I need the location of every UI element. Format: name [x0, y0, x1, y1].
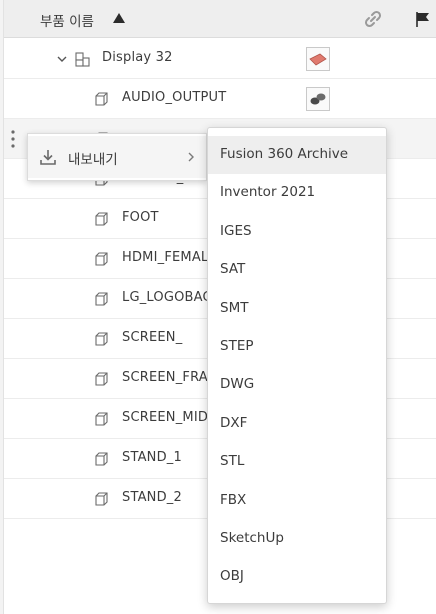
tree-row-label: STAND_2	[122, 490, 182, 505]
more-options-icon[interactable]	[10, 129, 16, 149]
component-cube-icon	[95, 332, 108, 346]
tree-row-label: SCREEN_FRA	[122, 370, 208, 385]
export-option-dxf[interactable]: DXF	[208, 405, 386, 443]
export-option-dwg[interactable]: DWG	[208, 366, 386, 404]
export-format-submenu: Fusion 360 Archive Inventor 2021 IGES SA…	[207, 127, 387, 604]
tree-row-label: Display 32	[102, 50, 173, 65]
component-cube-icon	[95, 292, 108, 306]
component-cube-icon	[95, 372, 108, 386]
component-cube-icon	[95, 92, 108, 106]
column-title[interactable]: 부품 이름	[40, 10, 94, 30]
export-option-step[interactable]: STEP	[208, 328, 386, 366]
export-option-iges[interactable]: IGES	[208, 213, 386, 251]
context-menu: 내보내기	[27, 133, 207, 181]
flag-icon[interactable]	[414, 10, 432, 28]
export-option-fbx[interactable]: FBX	[208, 482, 386, 520]
tree-row-label: STAND_1	[122, 450, 182, 465]
part-thumbnail[interactable]	[306, 47, 330, 71]
part-thumbnail[interactable]	[306, 87, 330, 111]
component-cube-icon	[95, 252, 108, 266]
sort-up-icon[interactable]	[112, 11, 126, 25]
download-icon	[40, 150, 56, 165]
component-cube-icon	[95, 412, 108, 426]
export-label: 내보내기	[68, 152, 118, 168]
export-option-sat[interactable]: SAT	[208, 251, 386, 289]
export-menu-item[interactable]: 내보내기	[28, 136, 206, 178]
export-option-fusion-archive[interactable]: Fusion 360 Archive	[208, 136, 386, 174]
column-header: 부품 이름	[4, 0, 436, 38]
tree-row-label: LG_LOGOBAC	[122, 290, 212, 305]
tree-row-label: SCREEN_	[122, 330, 183, 345]
tree-row-parent[interactable]: Display 32	[4, 39, 436, 79]
export-option-inventor[interactable]: Inventor 2021	[208, 174, 386, 212]
chevron-right-icon	[188, 152, 194, 162]
assembly-icon	[75, 52, 90, 67]
tree-row-label: AUDIO_OUTPUT	[122, 90, 227, 105]
chevron-down-icon[interactable]	[56, 54, 68, 64]
export-option-smt[interactable]: SMT	[208, 290, 386, 328]
component-cube-icon	[95, 452, 108, 466]
component-cube-icon	[95, 492, 108, 506]
link-icon[interactable]	[363, 9, 383, 29]
component-cube-icon	[95, 212, 108, 226]
tree-row[interactable]: AUDIO_OUTPUT	[4, 79, 436, 119]
tree-row-label: FOOT	[122, 210, 159, 225]
export-option-stl[interactable]: STL	[208, 443, 386, 481]
tree-row-label: SCREEN_MID	[122, 410, 209, 425]
export-option-obj[interactable]: OBJ	[208, 558, 386, 596]
export-option-sketchup[interactable]: SketchUp	[208, 520, 386, 558]
tree-row-label: HDMI_FEMAL	[122, 250, 209, 265]
